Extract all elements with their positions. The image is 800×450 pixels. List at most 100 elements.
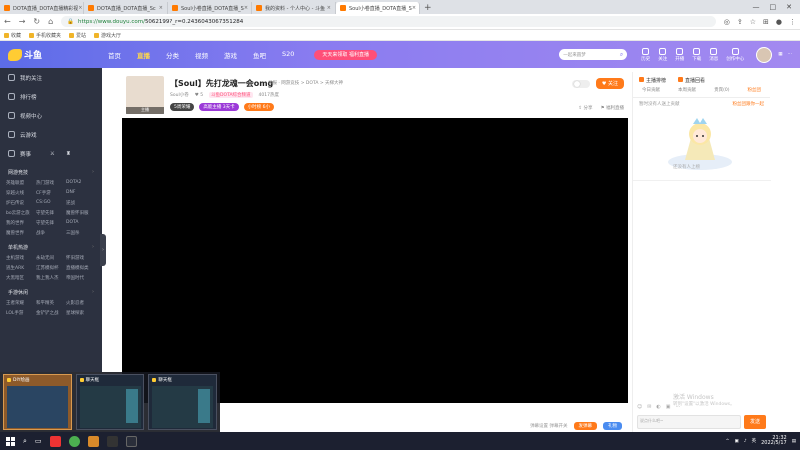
more-link[interactable]: ›: [92, 244, 94, 251]
tab-today[interactable]: 今日贡献: [642, 87, 660, 93]
volume-icon[interactable]: ♪: [744, 439, 747, 444]
game-link[interactable]: 永劫无间: [36, 255, 66, 261]
sidebar-item-events[interactable]: 赛事 ⚔ ♜: [0, 144, 102, 163]
nav-home[interactable]: 首页: [108, 50, 121, 60]
fans-club-link[interactable]: 粉丝团跟你一起: [733, 101, 765, 107]
gift-icon[interactable]: ✉: [647, 404, 651, 410]
game-link[interactable]: 魔兽世界: [6, 230, 36, 236]
danmu-settings[interactable]: 弹幕设置 弹幕开关: [530, 423, 567, 429]
browser-tab-active[interactable]: Soul小卷直播_DOTA直播_S ×: [336, 2, 420, 14]
game-link[interactable]: 穿越火线: [6, 190, 36, 196]
color-icon[interactable]: ◐: [656, 404, 660, 410]
forward-icon[interactable]: →: [19, 17, 26, 26]
sidebar-item-video[interactable]: 视频中心: [0, 106, 102, 125]
tab-week[interactable]: 本周贡献: [678, 87, 696, 93]
app-icon[interactable]: [49, 435, 61, 447]
sidebar-item-follow[interactable]: 我的关注: [0, 68, 102, 87]
energy-badge[interactable]: 高能主播 3天卡: [199, 103, 239, 111]
close-icon[interactable]: ×: [244, 5, 248, 11]
nav-live[interactable]: 直播: [137, 50, 150, 60]
game-link[interactable]: 逃生ARK: [6, 265, 36, 271]
game-link[interactable]: 主机游戏: [6, 255, 36, 261]
follow-button[interactable]: ♥ 关注: [595, 78, 624, 89]
report-button[interactable]: ⚑ 福利直播: [601, 105, 624, 111]
task-view-icon[interactable]: ▭: [35, 437, 42, 445]
bookmark-item[interactable]: 手机收藏夹: [29, 32, 61, 39]
close-icon[interactable]: ×: [159, 5, 163, 11]
maximize-icon[interactable]: □: [770, 3, 777, 11]
grid-icon[interactable]: ▦: [778, 52, 782, 57]
bookmark-star-icon[interactable]: ☆: [750, 18, 756, 26]
game-link[interactable]: 江苏模拟杯: [36, 265, 66, 271]
game-link[interactable]: 战争: [36, 230, 66, 236]
steam-icon[interactable]: [106, 435, 118, 447]
nav-video[interactable]: 视频: [195, 50, 208, 60]
game-link[interactable]: bo云游之旅: [6, 210, 36, 216]
promo-banner[interactable]: 天天来领取 福利直播: [314, 49, 377, 60]
thumbnail-preview[interactable]: DIY绘画: [3, 374, 72, 430]
fan-icon[interactable]: ▣: [666, 404, 671, 410]
new-tab-button[interactable]: +: [424, 2, 432, 14]
game-link[interactable]: 英雄联盟: [6, 180, 36, 186]
search-icon[interactable]: ⌕: [620, 51, 623, 59]
room-breadcrumb[interactable]: 举报 · 网游竞技 > DOTA > 天梯大神: [268, 80, 343, 86]
share-button[interactable]: ⇪ 分享: [578, 105, 592, 111]
game-link[interactable]: 火影忍者: [66, 300, 96, 306]
streamer-avatar[interactable]: 主播: [126, 76, 164, 114]
home-icon[interactable]: ⌂: [48, 17, 53, 26]
game-link[interactable]: 魔兽怀旧服: [66, 210, 96, 216]
menu-icon[interactable]: ⋮: [789, 18, 796, 26]
browser-tab[interactable]: 我的资料 - 个人中心 - 斗鱼 ×: [252, 2, 336, 14]
game-link[interactable]: 守望先锋: [36, 220, 66, 226]
search-icon[interactable]: ⌕: [23, 437, 27, 446]
close-window-icon[interactable]: ✕: [786, 3, 792, 11]
ime-icon[interactable]: 英: [752, 438, 757, 444]
extension-icon[interactable]: ◎: [724, 18, 730, 26]
hour-rank-badge[interactable]: 小时榜 6小: [243, 103, 274, 111]
back-icon[interactable]: ←: [4, 17, 11, 26]
game-link[interactable]: 怀旧游戏: [66, 255, 96, 261]
game-link[interactable]: DOTA2: [66, 180, 96, 186]
game-link[interactable]: 逆战: [66, 200, 96, 206]
game-link[interactable]: CF手游: [36, 190, 66, 196]
bookmark-item[interactable]: 游戏大厅: [94, 32, 121, 39]
url-input[interactable]: 🔒 https://www.douyu.com/5062199?_r=0.243…: [61, 16, 716, 27]
game-link[interactable]: 金铲铲之战: [36, 310, 66, 316]
follow-list-button[interactable]: 关注: [658, 47, 667, 62]
channel-tag[interactable]: 斗鱼DOTA综合频道: [209, 92, 253, 98]
profile-icon[interactable]: ●: [776, 18, 782, 26]
terminal-icon[interactable]: [125, 435, 137, 447]
emoji-icon[interactable]: ☺: [637, 404, 642, 410]
clock[interactable]: 21:32 2022/5/17: [761, 436, 787, 446]
replay-tab[interactable]: 直播回看: [678, 77, 705, 84]
close-icon[interactable]: ×: [327, 5, 331, 11]
nav-fishbar[interactable]: 鱼吧: [253, 50, 266, 60]
game-link[interactable]: 和平精英: [36, 300, 66, 306]
browser-tab[interactable]: Soul小卷直播_DOTA直播_S ×: [168, 2, 252, 14]
browser-tab[interactable]: DOTA直播_DOTA直播_Sc ×: [84, 2, 168, 14]
search-input[interactable]: 一起来圆梦 ⌕: [559, 49, 628, 60]
more-link[interactable]: ›: [92, 169, 94, 176]
game-link[interactable]: DNF: [66, 190, 96, 196]
game-link[interactable]: 我的世界: [6, 220, 36, 226]
close-icon[interactable]: ×: [412, 5, 416, 11]
game-link[interactable]: 帝国时代: [66, 275, 96, 281]
network-icon[interactable]: ▣: [734, 439, 738, 444]
game-icon[interactable]: ♜: [66, 151, 71, 157]
game-link[interactable]: 守望先锋: [36, 210, 66, 216]
download-button[interactable]: 下载: [692, 47, 701, 62]
nav-category[interactable]: 分类: [166, 50, 179, 60]
game-link[interactable]: CS:GO: [36, 200, 66, 206]
game-link[interactable]: 我上我人杰: [36, 275, 66, 281]
tray-icon[interactable]: ^: [726, 439, 730, 444]
windows-start-icon[interactable]: [6, 436, 15, 446]
game-link[interactable]: 王者荣耀: [6, 300, 36, 306]
more-link[interactable]: ›: [92, 289, 94, 296]
notification-icon[interactable]: ▤: [792, 439, 796, 444]
close-icon[interactable]: ×: [78, 5, 82, 11]
user-avatar[interactable]: [756, 46, 773, 63]
game-link[interactable]: 热门游戏: [36, 180, 66, 186]
sidebar-collapse-toggle[interactable]: ›: [100, 234, 106, 266]
streamer-name[interactable]: Soul小卷: [170, 92, 189, 98]
chrome-icon[interactable]: [68, 435, 80, 447]
